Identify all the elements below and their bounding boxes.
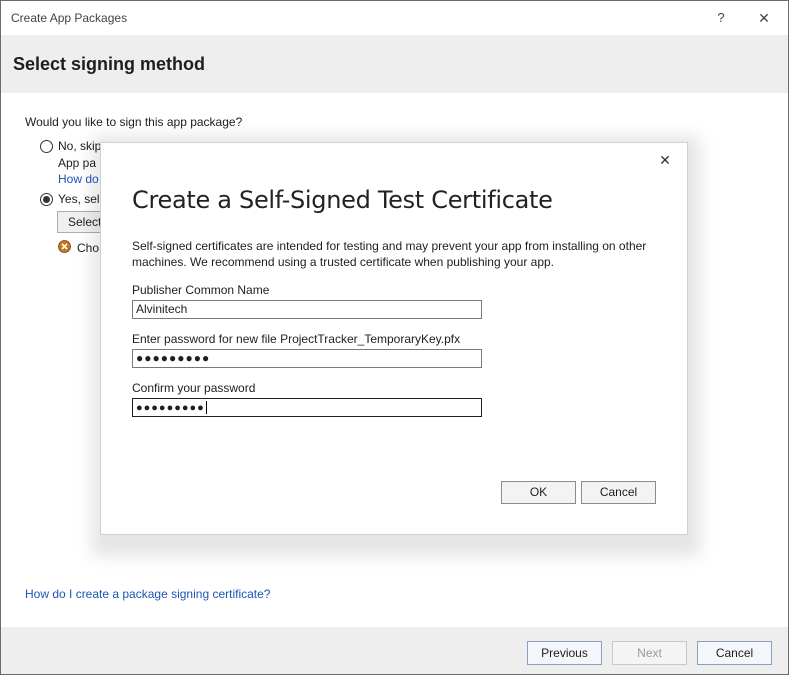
- confirm-password-field[interactable]: ●●●●●●●●●: [132, 398, 482, 417]
- next-button[interactable]: Next: [612, 641, 687, 665]
- window-title: Create App Packages: [11, 11, 128, 25]
- title-bar: Create App Packages ? ✕: [1, 1, 788, 35]
- page-header: Select signing method: [1, 35, 788, 93]
- help-icon[interactable]: ?: [711, 8, 731, 28]
- warning-badge-icon: [58, 240, 71, 253]
- text-caret: [205, 401, 207, 415]
- dialog-title: Create a Self-Signed Test Certificate: [132, 186, 553, 214]
- radio-no-skip[interactable]: [40, 140, 53, 153]
- ok-button[interactable]: OK: [501, 481, 576, 504]
- option-no-subtext: App pa: [58, 156, 97, 170]
- confirm-password-label: Confirm your password: [132, 381, 256, 395]
- dialog-description: Self-signed certificates are intended fo…: [132, 239, 647, 269]
- dialog-cancel-button[interactable]: Cancel: [581, 481, 656, 504]
- cancel-button[interactable]: Cancel: [697, 641, 772, 665]
- password-field[interactable]: ●●●●●●●●●: [132, 349, 482, 368]
- publisher-name-field[interactable]: Alvinitech: [132, 300, 482, 319]
- password-label: Enter password for new file ProjectTrack…: [132, 332, 461, 346]
- publisher-label: Publisher Common Name: [132, 283, 270, 297]
- previous-button[interactable]: Previous: [527, 641, 602, 665]
- confirm-password-value: ●●●●●●●●●: [136, 402, 205, 414]
- signing-certificate-help-link[interactable]: How do I create a package signing certif…: [25, 587, 270, 601]
- sign-question: Would you like to sign this app package?: [25, 115, 243, 129]
- self-signed-certificate-dialog: ✕ Create a Self-Signed Test Certificate …: [100, 142, 688, 535]
- page-title: Select signing method: [13, 54, 206, 74]
- close-icon[interactable]: ✕: [753, 8, 775, 28]
- radio-yes-select[interactable]: [40, 193, 53, 206]
- dialog-close-icon[interactable]: ✕: [656, 151, 674, 169]
